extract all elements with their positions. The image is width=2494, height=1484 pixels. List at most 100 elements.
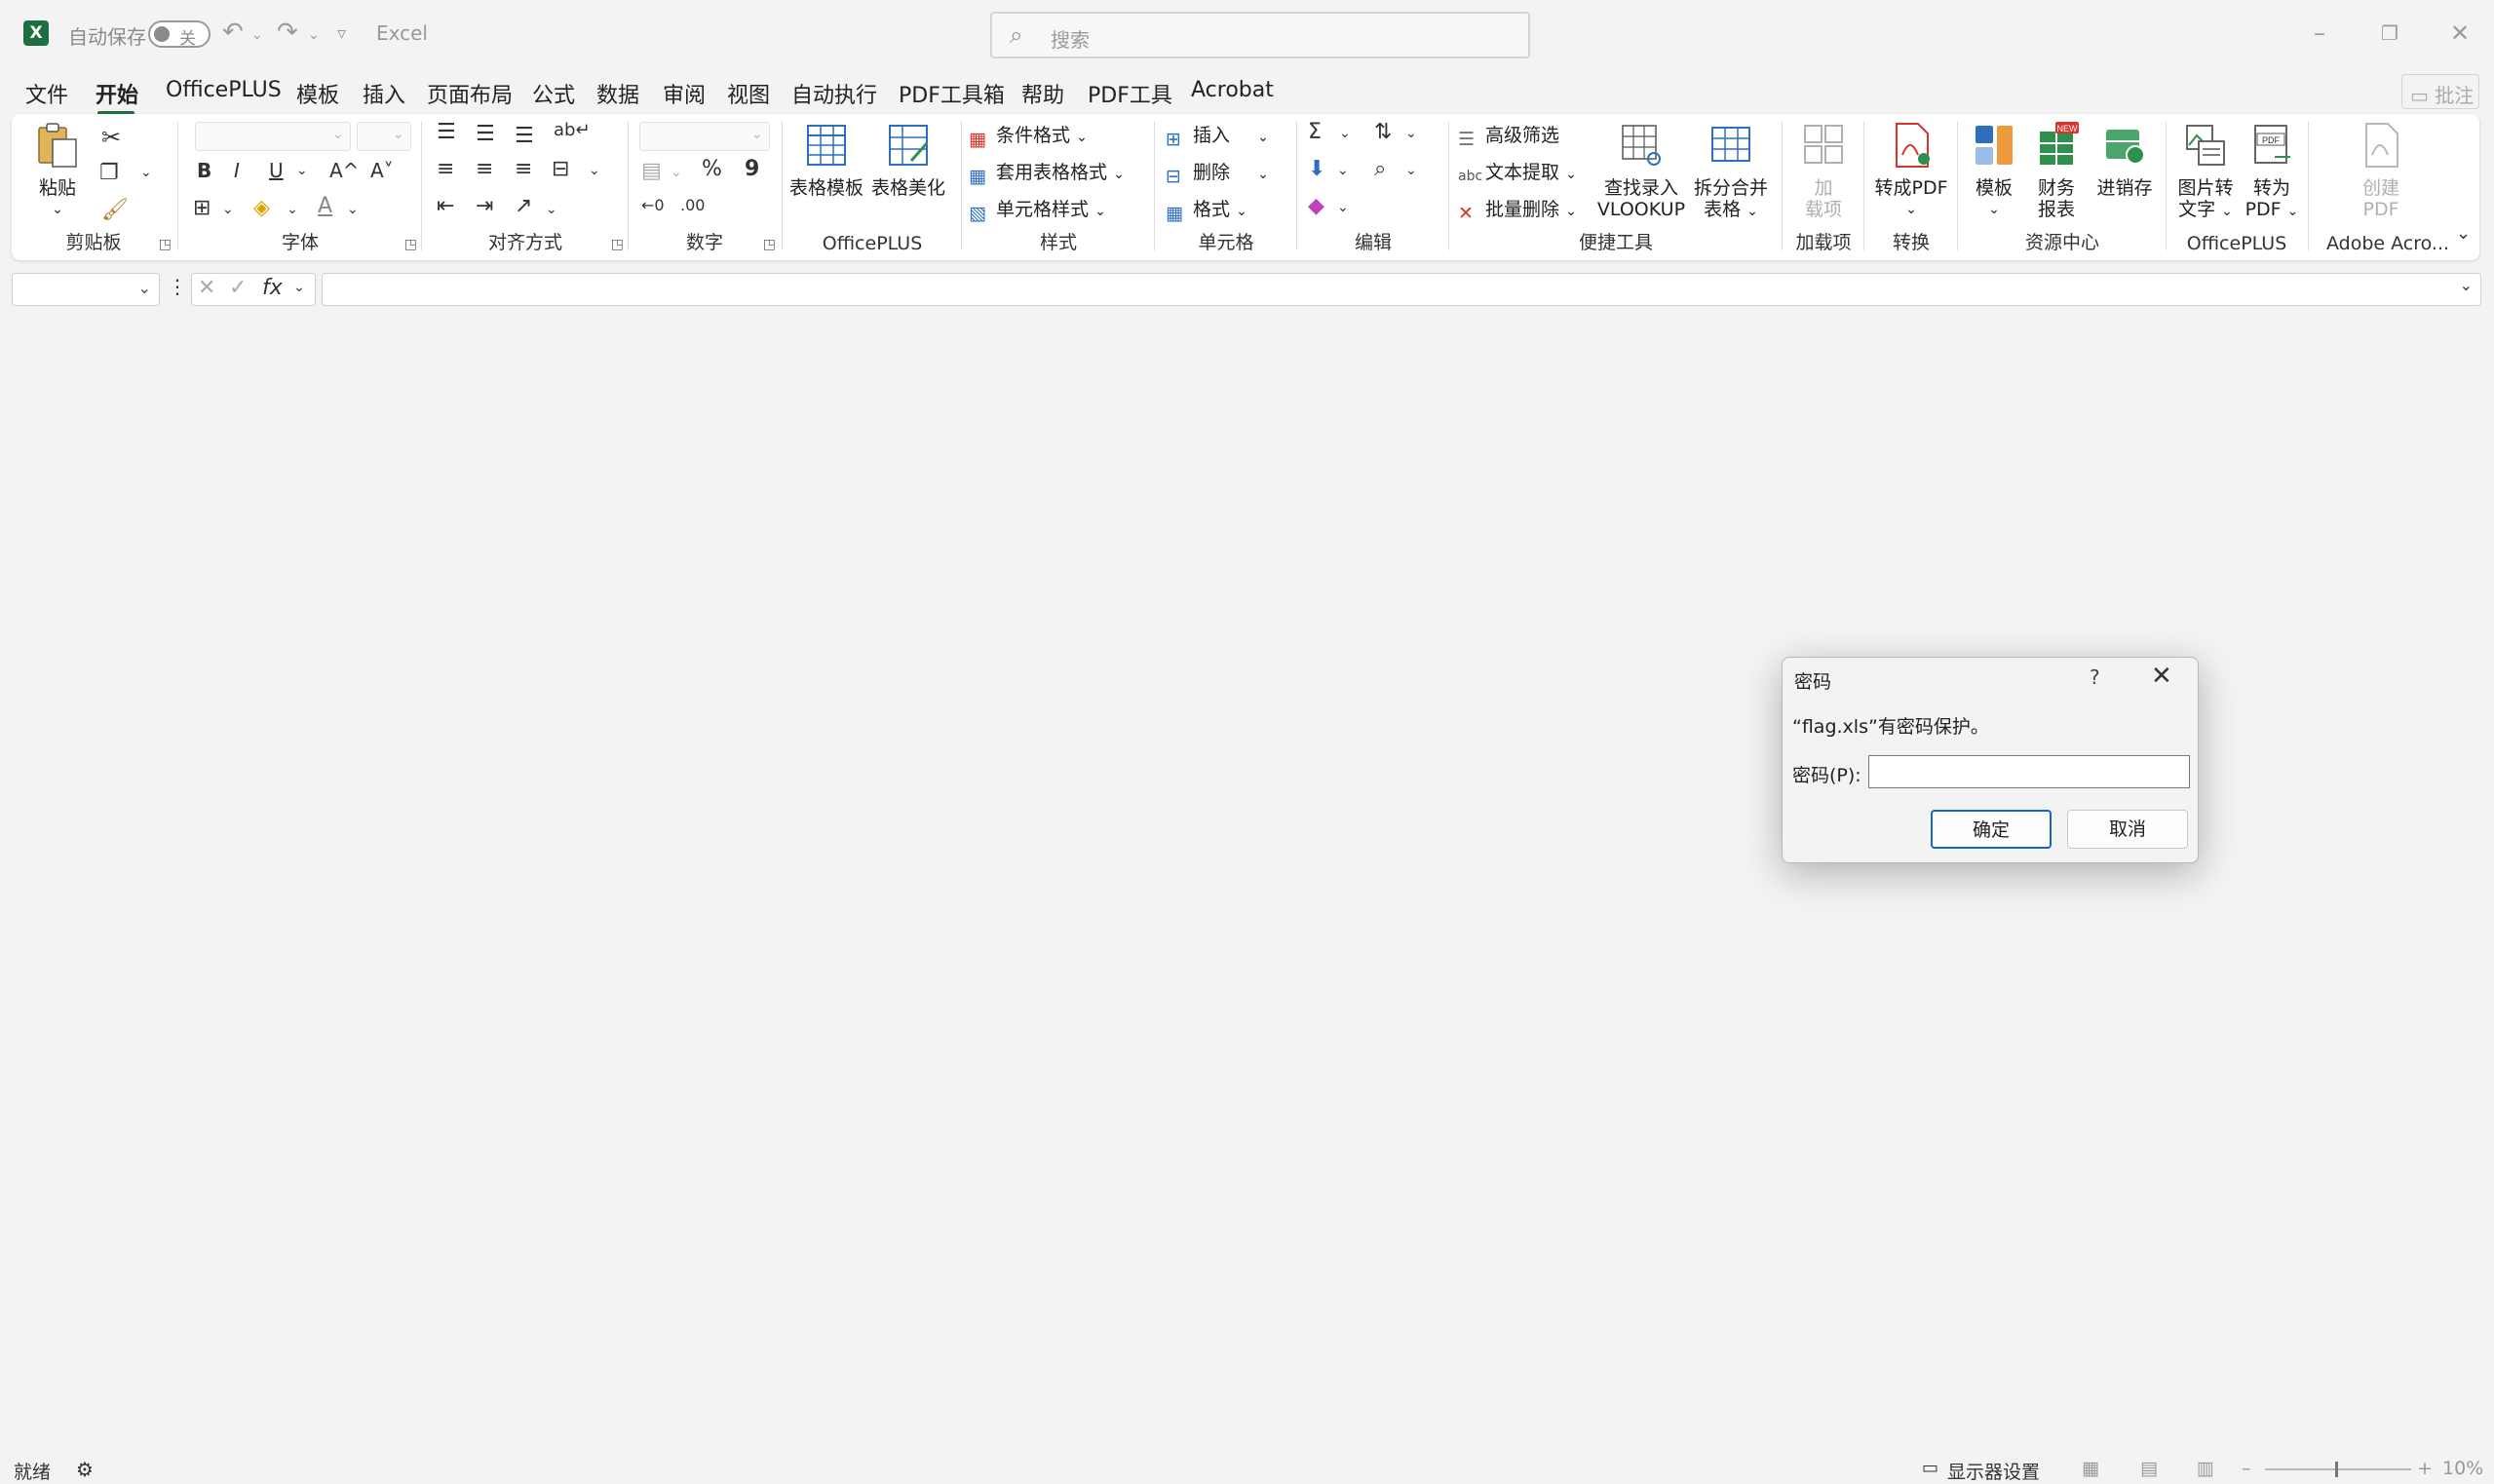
undo-icon[interactable]: ↶ bbox=[222, 18, 244, 47]
inventory-button[interactable]: 进销存 bbox=[2090, 122, 2160, 199]
autosave-toggle[interactable]: 关 bbox=[148, 20, 211, 49]
collapse-ribbon-icon[interactable]: ⌄ bbox=[2456, 223, 2471, 244]
customize-toolbar-icon[interactable]: ▿ bbox=[337, 23, 346, 44]
borders-dropdown-icon[interactable]: ⌄ bbox=[222, 202, 234, 217]
merge-dropdown-icon[interactable]: ⌄ bbox=[589, 163, 600, 178]
wrap-text-icon[interactable]: ab↵ bbox=[554, 120, 591, 140]
page-layout-view-icon[interactable]: ▤ bbox=[2140, 1458, 2158, 1479]
merge-center-icon[interactable]: ⊟ bbox=[552, 157, 569, 181]
font-color-dropdown-icon[interactable]: ⌄ bbox=[347, 202, 359, 217]
search-box[interactable]: ⌕ 搜索 bbox=[990, 12, 1530, 58]
clear-icon[interactable]: ◆ bbox=[1308, 194, 1324, 218]
display-settings-icon[interactable]: ▭ bbox=[1922, 1458, 1938, 1478]
align-right-icon[interactable]: ≡ bbox=[515, 157, 532, 181]
image-to-text-button[interactable]: 图片转 文字 ⌄ bbox=[2173, 122, 2238, 222]
vlookup-button[interactable]: 查找录入 VLOOKUP bbox=[1594, 122, 1688, 220]
orientation-icon[interactable]: ↗ bbox=[515, 194, 532, 218]
percent-button[interactable]: % bbox=[702, 157, 722, 181]
tab-data[interactable]: 数据 bbox=[596, 78, 639, 109]
tab-automate[interactable]: 自动执行 bbox=[791, 78, 877, 109]
decrease-indent-icon[interactable]: ⇤ bbox=[437, 194, 454, 218]
format-cells-button[interactable]: ▦ 格式 ⌄ bbox=[1166, 196, 1247, 224]
redo-dropdown-icon[interactable]: ⌄ bbox=[308, 27, 320, 43]
formula-input[interactable]: ⌄ bbox=[322, 273, 2481, 306]
number-launcher-icon[interactable]: ◳ bbox=[763, 237, 776, 252]
orientation-dropdown-icon[interactable]: ⌄ bbox=[546, 202, 557, 217]
italic-button[interactable]: I bbox=[234, 159, 240, 182]
clipboard-launcher-icon[interactable]: ◳ bbox=[159, 237, 172, 252]
format-painter-icon[interactable]: 🖌 bbox=[101, 198, 129, 222]
convert-pdf-button[interactable]: PDF 转为 PDF ⌄ bbox=[2242, 122, 2302, 222]
borders-icon[interactable]: ⊞ bbox=[193, 196, 211, 220]
help-icon[interactable]: ? bbox=[2090, 666, 2100, 689]
copy-icon[interactable]: ❐ bbox=[99, 161, 119, 185]
decrease-font-button[interactable]: A˅ bbox=[370, 159, 394, 182]
copy-dropdown-icon[interactable]: ⌄ bbox=[140, 165, 152, 180]
alignment-launcher-icon[interactable]: ◳ bbox=[611, 237, 624, 252]
restore-icon[interactable]: ❐ bbox=[2370, 14, 2409, 53]
insert-cells-button[interactable]: ⊞ 插入 ⌄ bbox=[1166, 122, 1269, 150]
increase-font-button[interactable]: A^ bbox=[329, 159, 359, 182]
find-dropdown-icon[interactable]: ⌄ bbox=[1405, 163, 1417, 178]
clear-dropdown-icon[interactable]: ⌄ bbox=[1337, 200, 1349, 215]
tab-template[interactable]: 模板 bbox=[296, 78, 339, 109]
align-center-icon[interactable]: ≡ bbox=[476, 157, 493, 181]
format-as-table-button[interactable]: ▦ 套用表格格式 ⌄ bbox=[969, 159, 1125, 187]
conditional-format-button[interactable]: ▦ 条件格式 ⌄ bbox=[969, 122, 1088, 150]
tab-officeplus[interactable]: OfficePLUS bbox=[166, 78, 282, 102]
tab-insert[interactable]: 插入 bbox=[363, 78, 405, 109]
text-extract-button[interactable]: abc 文本提取 ⌄ bbox=[1458, 159, 1577, 186]
create-pdf-button[interactable]: 创建 PDF bbox=[2347, 122, 2415, 220]
redo-icon[interactable]: ↷ bbox=[277, 18, 298, 47]
tab-pdf-tools[interactable]: PDF工具 bbox=[1088, 78, 1172, 109]
split-merge-button[interactable]: 拆分合并 表格 ⌄ bbox=[1688, 122, 1774, 222]
table-template-button[interactable]: 表格模板 bbox=[787, 122, 865, 199]
normal-view-icon[interactable]: ▦ bbox=[2082, 1458, 2099, 1479]
increase-indent-icon[interactable]: ⇥ bbox=[476, 194, 493, 218]
tab-acrobat[interactable]: Acrobat bbox=[1191, 78, 1274, 102]
underline-dropdown-icon[interactable]: ⌄ bbox=[296, 163, 308, 178]
sort-filter-dropdown-icon[interactable]: ⌄ bbox=[1405, 126, 1417, 141]
tab-review[interactable]: 审阅 bbox=[663, 78, 706, 109]
zoom-slider-thumb[interactable] bbox=[2335, 1462, 2338, 1477]
align-middle-icon[interactable]: ☰ bbox=[476, 122, 495, 146]
tab-help[interactable]: 帮助 bbox=[1021, 78, 1064, 109]
advanced-filter-button[interactable]: ☰ 高级筛选 bbox=[1458, 122, 1559, 150]
accessibility-icon[interactable]: ⚙ bbox=[76, 1458, 94, 1481]
table-beautify-button[interactable]: 表格美化 bbox=[869, 122, 947, 199]
cut-icon[interactable]: ✂ bbox=[101, 124, 121, 151]
tab-formulas[interactable]: 公式 bbox=[532, 78, 575, 109]
decrease-decimal-icon[interactable]: .00 bbox=[680, 196, 705, 214]
currency-icon[interactable]: ▤ bbox=[641, 159, 662, 183]
increase-decimal-icon[interactable]: ←0 bbox=[641, 196, 665, 214]
number-format-combo[interactable]: ⌄ bbox=[639, 122, 770, 151]
fill-icon[interactable]: ⬇ bbox=[1308, 157, 1325, 181]
tab-page-layout[interactable]: 页面布局 bbox=[427, 78, 513, 109]
convert-to-pdf-button[interactable]: 转成PDF ⌄ bbox=[1869, 122, 1953, 220]
font-size-combo[interactable]: ⌄ bbox=[357, 122, 411, 151]
addins-button[interactable]: 加 载项 bbox=[1791, 122, 1856, 220]
minimize-icon[interactable]: – bbox=[2300, 14, 2339, 53]
find-select-icon[interactable]: ⌕ bbox=[1374, 157, 1386, 181]
function-dropdown-icon[interactable]: ⌄ bbox=[293, 280, 305, 295]
underline-button[interactable]: U bbox=[269, 159, 284, 182]
display-settings-label[interactable]: 显示器设置 bbox=[1947, 1458, 2040, 1484]
zoom-slider[interactable] bbox=[2265, 1462, 2411, 1477]
sort-filter-icon[interactable]: ⇅ bbox=[1374, 120, 1392, 144]
close-icon[interactable]: ✕ bbox=[2151, 662, 2172, 691]
tab-pdf-toolbox[interactable]: PDF工具箱 bbox=[899, 78, 1005, 109]
insert-function-button[interactable]: fx bbox=[262, 276, 283, 300]
font-launcher-icon[interactable]: ◳ bbox=[404, 237, 417, 252]
currency-dropdown-icon[interactable]: ⌄ bbox=[671, 165, 682, 180]
comma-style-button[interactable]: 9 bbox=[745, 157, 759, 181]
comments-button[interactable]: ▭ 批注 bbox=[2401, 74, 2479, 109]
page-break-view-icon[interactable]: ▥ bbox=[2197, 1458, 2214, 1479]
tab-home[interactable]: 开始 bbox=[96, 78, 138, 109]
font-name-combo[interactable]: ⌄ bbox=[195, 122, 351, 151]
template-button[interactable]: 模板 ⌄ bbox=[1965, 122, 2023, 220]
batch-delete-button[interactable]: ✕ 批量删除 ⌄ bbox=[1458, 196, 1577, 224]
zoom-out-icon[interactable]: – bbox=[2242, 1458, 2251, 1479]
confirm-entry-icon[interactable]: ✓ bbox=[229, 276, 247, 300]
financial-report-button[interactable]: NEW 财务 报表 bbox=[2027, 122, 2086, 220]
tab-view[interactable]: 视图 bbox=[727, 78, 770, 109]
